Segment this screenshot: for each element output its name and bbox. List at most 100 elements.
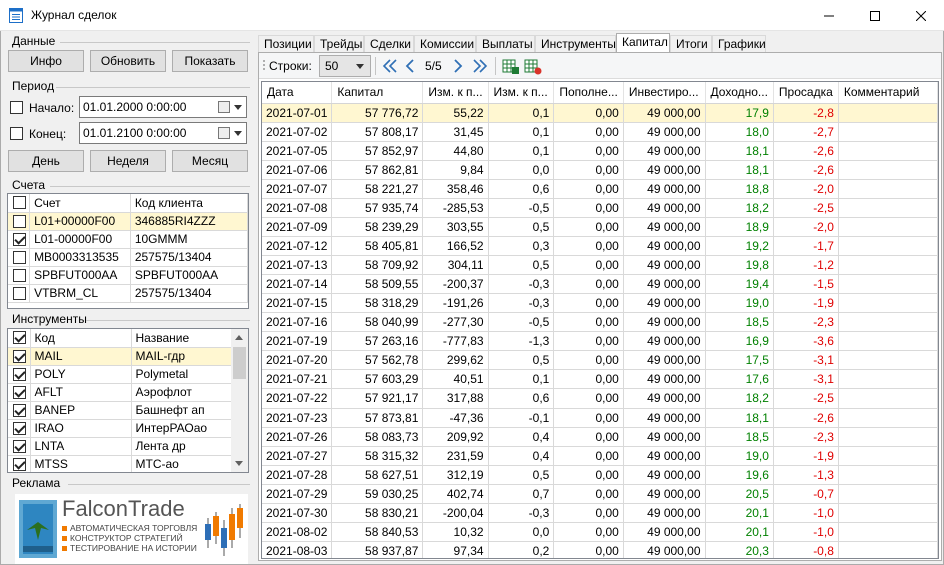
grid-row[interactable]: 2021-07-01 57 776,72 55,22 0,1 0,00 49 000,00…: [262, 103, 938, 123]
column-header-client-code[interactable]: Код клиента: [130, 194, 248, 213]
last-page-icon[interactable]: [472, 57, 488, 75]
start-date-picker[interactable]: 01.01.2000 0:00:00: [79, 96, 247, 118]
column-header-deposit[interactable]: Пополне...: [553, 82, 624, 104]
column-header-yield[interactable]: Доходно...: [705, 82, 774, 104]
close-button[interactable]: [898, 0, 944, 31]
account-checkbox[interactable]: [13, 268, 26, 282]
instrument-row[interactable]: BANEP Башнефт ап: [8, 401, 232, 420]
grid-row[interactable]: 2021-07-15 58 318,29 -191,26 -0,3 0,00 49 000…: [262, 293, 938, 314]
column-header-comment[interactable]: Комментарий: [838, 82, 938, 104]
instrument-checkbox[interactable]: [13, 457, 26, 471]
account-row[interactable]: SPBFUT000AA SPBFUT000AA: [8, 266, 248, 285]
end-date-checkbox[interactable]: [10, 127, 23, 140]
column-header-code[interactable]: Код: [30, 329, 132, 348]
accounts-select-all-checkbox[interactable]: [13, 196, 26, 209]
grid-row[interactable]: 2021-07-13 58 709,92 304,11 0,5 0,00 49 000,0…: [262, 255, 938, 276]
account-row[interactable]: L01-00000F00 10GMMM: [8, 230, 248, 249]
end-date-picker[interactable]: 01.01.2100 0:00:00: [79, 122, 247, 144]
grid-row[interactable]: 2021-08-03 58 937,87 97,34 0,2 0,00 49 000,00…: [262, 541, 938, 558]
start-date-checkbox[interactable]: [10, 101, 23, 114]
instrument-checkbox[interactable]: [13, 349, 26, 363]
grid-row[interactable]: 2021-07-21 57 603,29 40,51 0,1 0,00 49 000,00…: [262, 369, 938, 390]
column-header-account[interactable]: Счет: [29, 194, 131, 213]
grid-row[interactable]: 2021-07-09 58 239,29 303,55 0,5 0,00 49 000,0…: [262, 217, 938, 237]
instrument-row[interactable]: POLY Polymetal: [8, 365, 232, 384]
instrument-checkbox[interactable]: [13, 367, 26, 381]
grid-row[interactable]: 2021-07-06 57 862,81 9,84 0,0 0,00 49 000,00 1…: [262, 160, 938, 180]
instruments-scrollbar[interactable]: [231, 329, 248, 472]
account-checkbox[interactable]: [13, 232, 26, 246]
tab-5[interactable]: Выплаты: [476, 35, 535, 52]
instruments-select-all-checkbox[interactable]: [13, 331, 26, 344]
instrument-row[interactable]: AFLT Аэрофлот: [8, 383, 232, 402]
account-row[interactable]: MB0003313535 257575/13404: [8, 248, 248, 267]
grid-row[interactable]: 2021-07-14 58 509,55 -200,37 -0,3 0,00 49 000…: [262, 274, 938, 295]
next-page-icon[interactable]: [452, 57, 464, 75]
grid-row[interactable]: 2021-07-20 57 562,78 299,62 0,5 0,00 49 000,0…: [262, 350, 938, 371]
tab-2[interactable]: Трейды: [314, 35, 364, 52]
grid-row[interactable]: 2021-07-26 58 083,73 209,92 0,4 0,00 49 000,0…: [262, 427, 938, 447]
instrument-checkbox[interactable]: [13, 385, 26, 399]
tab-7[interactable]: Капитал: [616, 33, 670, 52]
export-excel-add-icon[interactable]: [524, 57, 542, 75]
column-header-change-abs[interactable]: Изм. к п...: [422, 82, 489, 104]
account-checkbox-cell: [8, 230, 31, 249]
grid-row[interactable]: 2021-07-19 57 263,16 -777,83 -1,3 0,00 49 000…: [262, 331, 938, 352]
grid-row[interactable]: 2021-07-29 59 030,25 402,74 0,7 0,00 49 000,0…: [262, 484, 938, 504]
tab-9[interactable]: Графики: [712, 35, 766, 52]
grid-row[interactable]: 2021-07-16 58 040,99 -277,30 -0,5 0,00 49 000…: [262, 312, 938, 333]
column-header-invested[interactable]: Инвестиро...: [623, 82, 706, 104]
account-checkbox[interactable]: [13, 286, 26, 300]
maximize-button[interactable]: [852, 0, 898, 31]
falcontrade-ad-banner[interactable]: FalconTrade АВТОМАТИЧЕСКАЯ ТОРГОВЛЯ КОНСТ…: [15, 494, 248, 564]
cell-change-abs: -277,30: [422, 312, 489, 333]
grid-row[interactable]: 2021-07-05 57 852,97 44,80 0,1 0,00 49 000,00…: [262, 141, 938, 161]
tab-4[interactable]: Комиссии: [414, 35, 476, 52]
grid-row[interactable]: 2021-07-28 58 627,51 312,19 0,5 0,00 49 000,0…: [262, 465, 938, 485]
scrollbar-thumb[interactable]: [233, 347, 246, 379]
info-button[interactable]: Инфо: [8, 50, 84, 72]
instrument-checkbox[interactable]: [13, 421, 26, 435]
grid-row[interactable]: 2021-07-22 57 921,17 317,88 0,6 0,00 49 000,0…: [262, 388, 938, 409]
rows-per-page-select[interactable]: 50: [319, 55, 371, 77]
instrument-checkbox[interactable]: [13, 439, 26, 453]
column-header-drawdown[interactable]: Просадка: [773, 82, 839, 104]
column-header-date[interactable]: Дата: [262, 82, 333, 104]
column-header-name[interactable]: Название: [131, 329, 232, 348]
grid-row[interactable]: 2021-07-27 58 315,32 231,59 0,4 0,00 49 000,0…: [262, 446, 938, 466]
instrument-row[interactable]: MTSS МТС-ао: [8, 455, 232, 472]
account-row[interactable]: L01+00000F00 346885RI4ZZZ: [8, 212, 248, 231]
grid-row[interactable]: 2021-07-12 58 405,81 166,52 0,3 0,00 49 000,0…: [262, 236, 938, 257]
scroll-down-icon[interactable]: [235, 461, 243, 466]
month-button[interactable]: Месяц: [172, 150, 248, 172]
grid-row[interactable]: 2021-07-30 58 830,21 -200,04 -0,3 0,00 49 000…: [262, 503, 938, 523]
instrument-row[interactable]: IRAO ИнтерРАОао: [8, 419, 232, 438]
instrument-row[interactable]: MAIL MAIL-гдр: [8, 347, 232, 366]
account-row[interactable]: VTBRM_CL 257575/13404: [8, 284, 248, 303]
instrument-row[interactable]: LNTA Лента др: [8, 437, 232, 456]
instrument-checkbox[interactable]: [13, 403, 26, 417]
grid-row[interactable]: 2021-07-23 57 873,81 -47,36 -0,1 0,00 49 000,…: [262, 408, 938, 428]
grid-row[interactable]: 2021-07-02 57 808,17 31,45 0,1 0,00 49 000,00…: [262, 122, 938, 142]
account-checkbox[interactable]: [13, 214, 26, 228]
show-button[interactable]: Показать: [172, 50, 248, 72]
day-button[interactable]: День: [8, 150, 84, 172]
first-page-icon[interactable]: [382, 57, 398, 75]
account-checkbox[interactable]: [13, 250, 26, 264]
column-header-change-pct[interactable]: Изм. к п...: [488, 82, 555, 104]
tab-8[interactable]: Итоги: [670, 35, 712, 52]
grid-row[interactable]: 2021-07-07 58 221,27 358,46 0,6 0,00 49 000,0…: [262, 179, 938, 199]
tab-3[interactable]: Сделки: [364, 35, 414, 52]
cell-change-pct: 0,7: [488, 484, 555, 504]
previous-page-icon[interactable]: [404, 57, 416, 75]
week-button[interactable]: Неделя: [90, 150, 166, 172]
tab-6[interactable]: Инструменты: [535, 35, 616, 52]
tab-1[interactable]: Позиции: [258, 35, 314, 52]
export-excel-icon[interactable]: [502, 57, 520, 75]
minimize-button[interactable]: [806, 0, 852, 31]
grid-row[interactable]: 2021-08-02 58 840,53 10,32 0,0 0,00 49 000,00…: [262, 522, 938, 542]
grid-row[interactable]: 2021-07-08 57 935,74 -285,53 -0,5 0,00 49 000…: [262, 198, 938, 218]
refresh-button[interactable]: Обновить: [90, 50, 166, 72]
column-header-capital[interactable]: Капитал: [331, 82, 424, 104]
scroll-up-icon[interactable]: [235, 335, 243, 340]
